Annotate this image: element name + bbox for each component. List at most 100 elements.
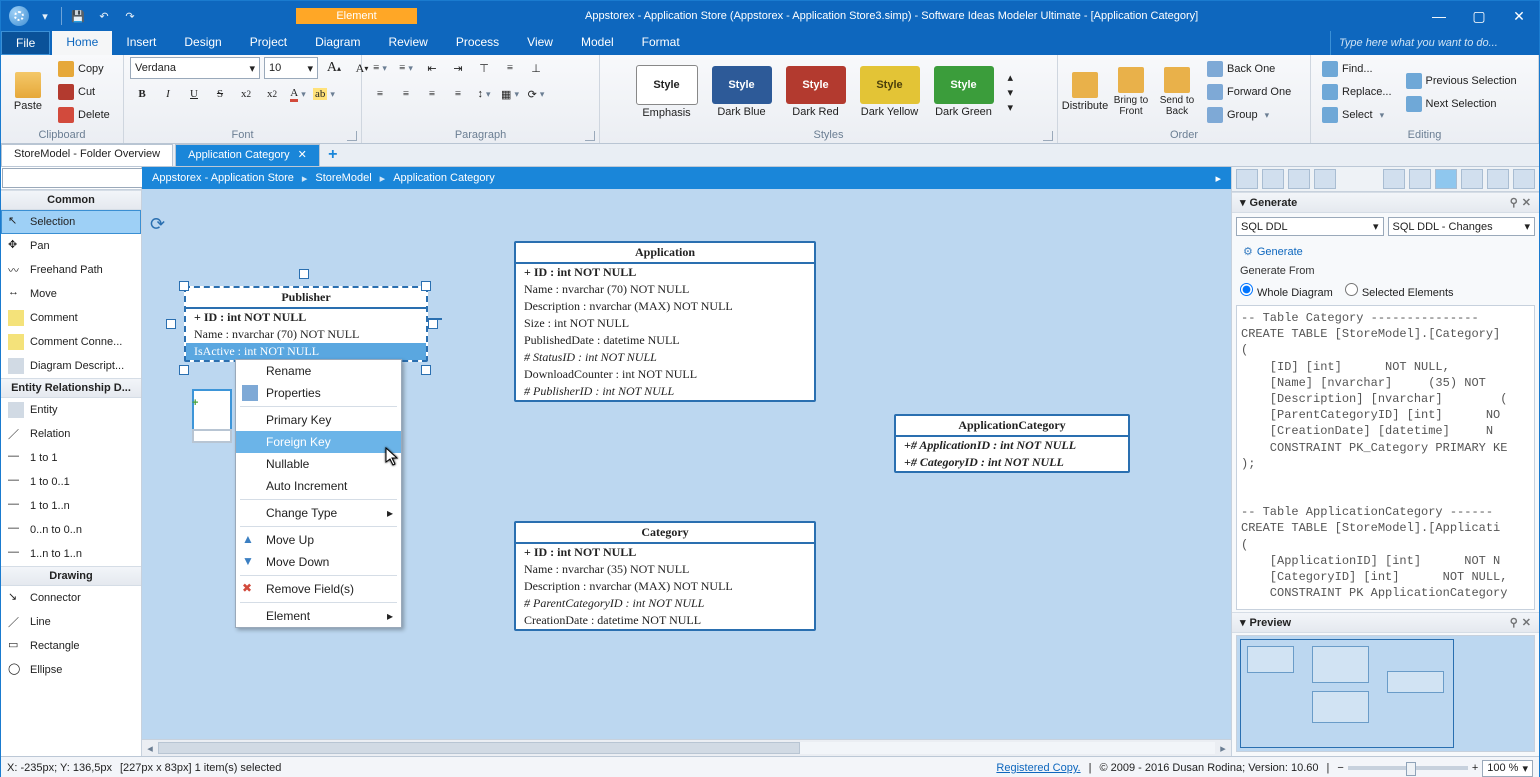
styles-down-icon[interactable]: ▾ [1008,86,1022,99]
delete-button[interactable]: Delete [53,104,115,126]
toolbox-header-common[interactable]: Common [1,190,141,210]
tool-comment-connector[interactable]: Comment Conne... [1,330,141,354]
radio-selected-elements[interactable]: Selected Elements [1345,283,1454,299]
entity-field[interactable]: Description : nvarchar (MAX) NOT NULL [516,298,814,315]
tab-model[interactable]: Model [567,31,628,55]
entity-application[interactable]: Application + ID : int NOT NULL Name : n… [514,241,816,402]
scroll-right-icon[interactable]: ▸ [1215,742,1231,755]
forward-one-button[interactable]: Forward One [1202,81,1296,103]
close-icon[interactable]: ✕ [1522,196,1531,209]
align-right-button[interactable]: ≡ [420,83,444,105]
save-icon[interactable]: 💾 [68,6,88,26]
underline-button[interactable]: U [182,83,206,105]
tab-design[interactable]: Design [170,31,235,55]
entity-field[interactable]: PublishedDate : datetime NULL [516,332,814,349]
preview-chip[interactable] [192,429,232,443]
tool-ellipse[interactable]: ◯Ellipse [1,658,141,682]
zoom-in-button[interactable]: + [1472,762,1478,774]
style-darkyellow[interactable]: StyleDark Yellow [860,66,920,118]
toolbox-header-drawing[interactable]: Drawing [1,566,141,586]
panel-icon-active[interactable] [1435,169,1457,189]
entity-field[interactable]: CreationDate : datetime NOT NULL [516,612,814,629]
menu-remove-fields[interactable]: ✖Remove Field(s) [236,578,401,600]
tab-review[interactable]: Review [374,31,441,55]
menu-move-down[interactable]: ▼Move Down [236,551,401,573]
menu-element[interactable]: Element [236,605,401,627]
highlight-button[interactable]: ab [312,83,336,105]
font-family-select[interactable]: Verdana▾ [130,57,260,79]
entity-field[interactable]: + ID : int NOT NULL [186,309,426,326]
entity-field[interactable]: Name : nvarchar (70) NOT NULL [186,326,426,343]
tool-comment[interactable]: Comment [1,306,141,330]
generate-language-select[interactable]: SQL DDL▾ [1236,217,1384,236]
indent-button[interactable]: ⇥ [446,57,470,79]
resize-handle[interactable] [428,319,438,329]
menu-change-type[interactable]: Change Type [236,502,401,524]
styles-more-icon[interactable]: ▾ [1008,101,1022,114]
send-back-button[interactable]: Send to Back [1156,61,1198,123]
tab-process[interactable]: Process [442,31,513,55]
rotate-button[interactable]: ⟳ [524,83,548,105]
tab-diagram[interactable]: Diagram [301,31,374,55]
cut-button[interactable]: Cut [53,81,115,103]
tool-0nto0n[interactable]: —0..n to 0..n [1,518,141,542]
menu-move-up[interactable]: ▲Move Up [236,529,401,551]
file-menu[interactable]: File [1,31,50,55]
panel-icon[interactable] [1314,169,1336,189]
align-bottom-button[interactable]: ⊥ [524,57,548,79]
entity-field[interactable]: # ParentCategoryID : int NOT NULL [516,595,814,612]
tool-connector[interactable]: ↘Connector [1,586,141,610]
style-emphasis[interactable]: StyleEmphasis [636,65,698,119]
align-left-button[interactable]: ≡ [368,83,392,105]
entity-field[interactable]: +# ApplicationID : int NOT NULL [896,437,1128,454]
entity-field[interactable]: Name : nvarchar (70) NOT NULL [516,281,814,298]
entity-publisher[interactable]: Publisher + ID : int NOT NULL Name : nva… [184,286,428,362]
superscript-button[interactable]: x2 [260,83,284,105]
tool-1to1n[interactable]: —1 to 1..n [1,494,141,518]
zoom-slider[interactable] [1348,766,1468,770]
tool-1to01[interactable]: —1 to 0..1 [1,470,141,494]
redo-icon[interactable]: ↷ [120,6,140,26]
tab-view[interactable]: View [513,31,567,55]
generate-mode-select[interactable]: SQL DDL - Changes▾ [1388,217,1536,236]
entity-field[interactable]: DownloadCounter : int NOT NULL [516,366,814,383]
preview-canvas[interactable] [1236,635,1535,752]
tool-rectangle[interactable]: ▭Rectangle [1,634,141,658]
bold-button[interactable]: B [130,83,154,105]
entity-field-selected[interactable]: IsActive : int NOT NULL [186,343,426,360]
doctab-application-category[interactable]: Application Category✕ [175,144,320,166]
toolbox-header-erd[interactable]: Entity Relationship D... [1,378,141,398]
style-darkred[interactable]: StyleDark Red [786,66,846,118]
maximize-button[interactable]: ▢ [1459,1,1499,31]
tool-entity[interactable]: Entity [1,398,141,422]
find-button[interactable]: Find... [1317,58,1397,80]
distribute-button[interactable]: Distribute [1064,61,1106,123]
resize-handle[interactable] [421,365,431,375]
bring-front-button[interactable]: Bring to Front [1110,61,1152,123]
menu-foreign-key[interactable]: Foreign Key [236,431,401,453]
horizontal-scrollbar[interactable]: ◂ ▸ [142,739,1231,756]
panel-icon[interactable] [1487,169,1509,189]
resize-handle[interactable] [179,365,189,375]
tab-home[interactable]: Home [52,31,112,55]
toolbox-search-input[interactable] [2,168,154,188]
menu-properties[interactable]: Properties [236,382,401,404]
scroll-left-icon[interactable]: ◂ [142,742,158,755]
next-selection-button[interactable]: Next Selection [1401,93,1522,115]
zoom-out-button[interactable]: − [1337,762,1343,774]
align-top-button[interactable]: ⊤ [472,57,496,79]
grow-font-button[interactable]: A▴ [322,57,346,79]
refresh-icon[interactable]: ⟳ [150,214,165,235]
generate-button[interactable]: ⚙Generate [1236,242,1535,261]
font-color-button[interactable]: A [286,83,310,105]
entity-application-category[interactable]: ApplicationCategory +# ApplicationID : i… [894,414,1130,473]
menu-auto-increment[interactable]: Auto Increment [236,475,401,497]
tool-selection[interactable]: ↖Selection [1,210,141,234]
entity-field[interactable]: Name : nvarchar (35) NOT NULL [516,561,814,578]
panel-icon[interactable] [1236,169,1258,189]
subscript-button[interactable]: x2 [234,83,258,105]
tool-move[interactable]: ↔Move [1,282,141,306]
undo-icon[interactable]: ↶ [94,6,114,26]
replace-button[interactable]: Replace... [1317,81,1397,103]
registered-link[interactable]: Registered Copy. [996,762,1080,774]
